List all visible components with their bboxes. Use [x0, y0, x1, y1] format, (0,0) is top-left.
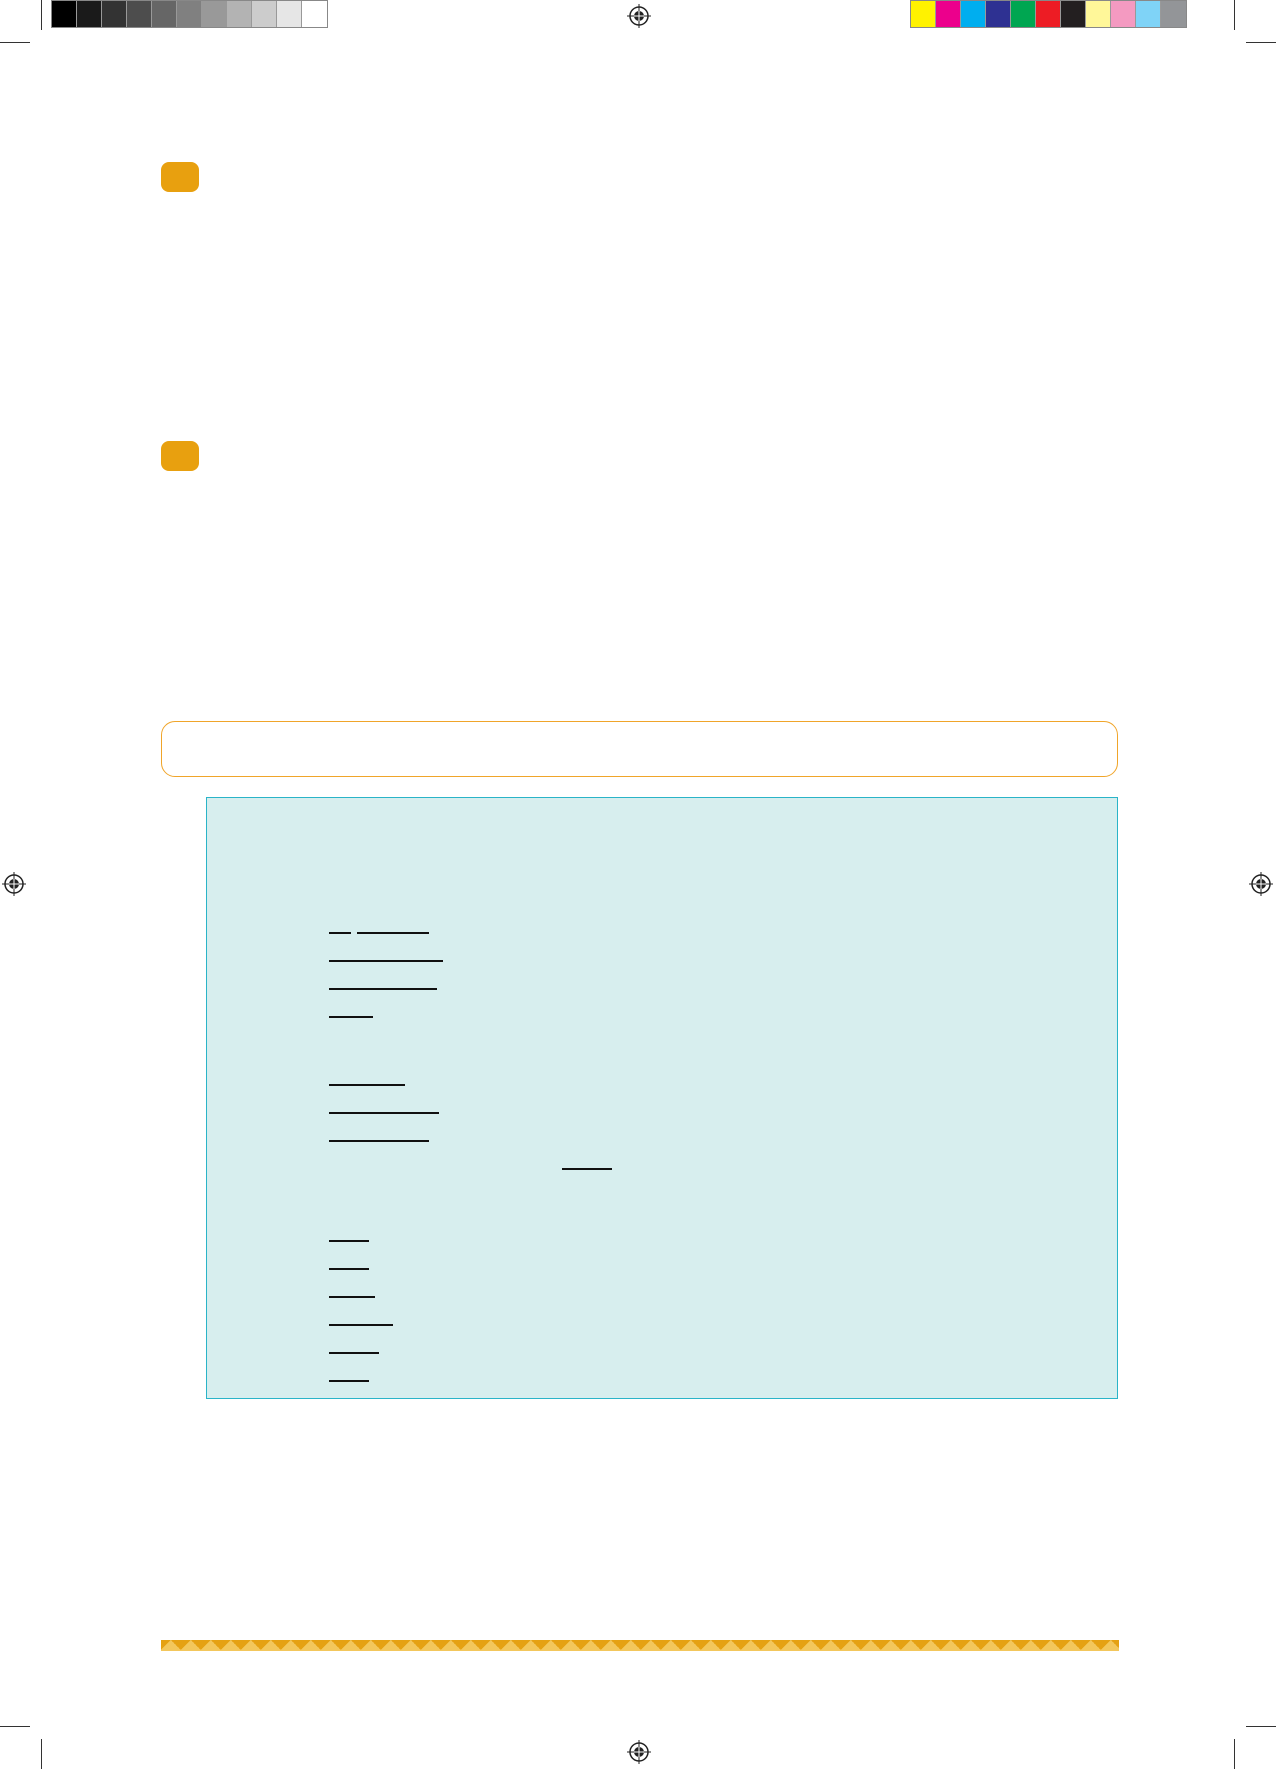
registration-mark-icon — [2, 872, 26, 896]
answer-blank[interactable] — [329, 1268, 369, 1270]
color-swatch — [77, 1, 102, 27]
answer-blank[interactable] — [329, 1140, 429, 1142]
color-swatch — [986, 1, 1011, 27]
color-swatch — [911, 1, 936, 27]
crop-mark — [41, 0, 42, 30]
color-swatch — [152, 1, 177, 27]
color-swatch — [1111, 1, 1136, 27]
color-swatch — [277, 1, 302, 27]
exercise-panel — [206, 797, 1118, 1399]
section-header-box — [161, 721, 1118, 777]
answer-blank[interactable] — [329, 988, 437, 990]
answer-blank[interactable] — [329, 1380, 369, 1382]
crop-mark — [1246, 1726, 1276, 1727]
color-swatch — [961, 1, 986, 27]
color-swatch — [102, 1, 127, 27]
answer-blank[interactable] — [329, 960, 443, 962]
color-swatch — [52, 1, 77, 27]
color-swatch — [127, 1, 152, 27]
color-swatch — [252, 1, 277, 27]
color-swatch — [1036, 1, 1061, 27]
color-calibration-bar — [910, 0, 1187, 28]
crop-mark — [1234, 0, 1235, 30]
answer-blank[interactable] — [329, 1016, 373, 1018]
registration-mark-icon — [1249, 872, 1273, 896]
section-bullet — [161, 162, 199, 192]
registration-mark-icon — [627, 4, 651, 28]
color-swatch — [1011, 1, 1036, 27]
crop-mark — [0, 42, 30, 43]
color-swatch — [1086, 1, 1111, 27]
answer-blank[interactable] — [329, 1084, 405, 1086]
color-swatch — [177, 1, 202, 27]
color-swatch — [1061, 1, 1086, 27]
answer-blank[interactable] — [329, 1240, 369, 1242]
answer-blank[interactable] — [562, 1168, 612, 1170]
color-swatch — [302, 1, 327, 27]
crop-mark — [1234, 1739, 1235, 1769]
registration-mark-icon — [627, 1740, 651, 1764]
color-swatch — [227, 1, 252, 27]
answer-blank[interactable] — [329, 1296, 375, 1298]
answer-blank[interactable] — [329, 1352, 379, 1354]
answer-blank[interactable] — [357, 932, 429, 934]
color-swatch — [1136, 1, 1161, 27]
answer-blank[interactable] — [329, 932, 351, 934]
section-bullet — [161, 441, 199, 471]
color-swatch — [936, 1, 961, 27]
crop-mark — [1246, 42, 1276, 43]
gray-calibration-bar — [51, 0, 328, 28]
crop-mark — [0, 1726, 30, 1727]
color-swatch — [202, 1, 227, 27]
answer-blank[interactable] — [329, 1112, 439, 1114]
crop-mark — [41, 1739, 42, 1769]
decorative-zigzag-strip — [161, 1640, 1119, 1651]
color-swatch — [1161, 1, 1186, 27]
answer-blank[interactable] — [329, 1324, 393, 1326]
